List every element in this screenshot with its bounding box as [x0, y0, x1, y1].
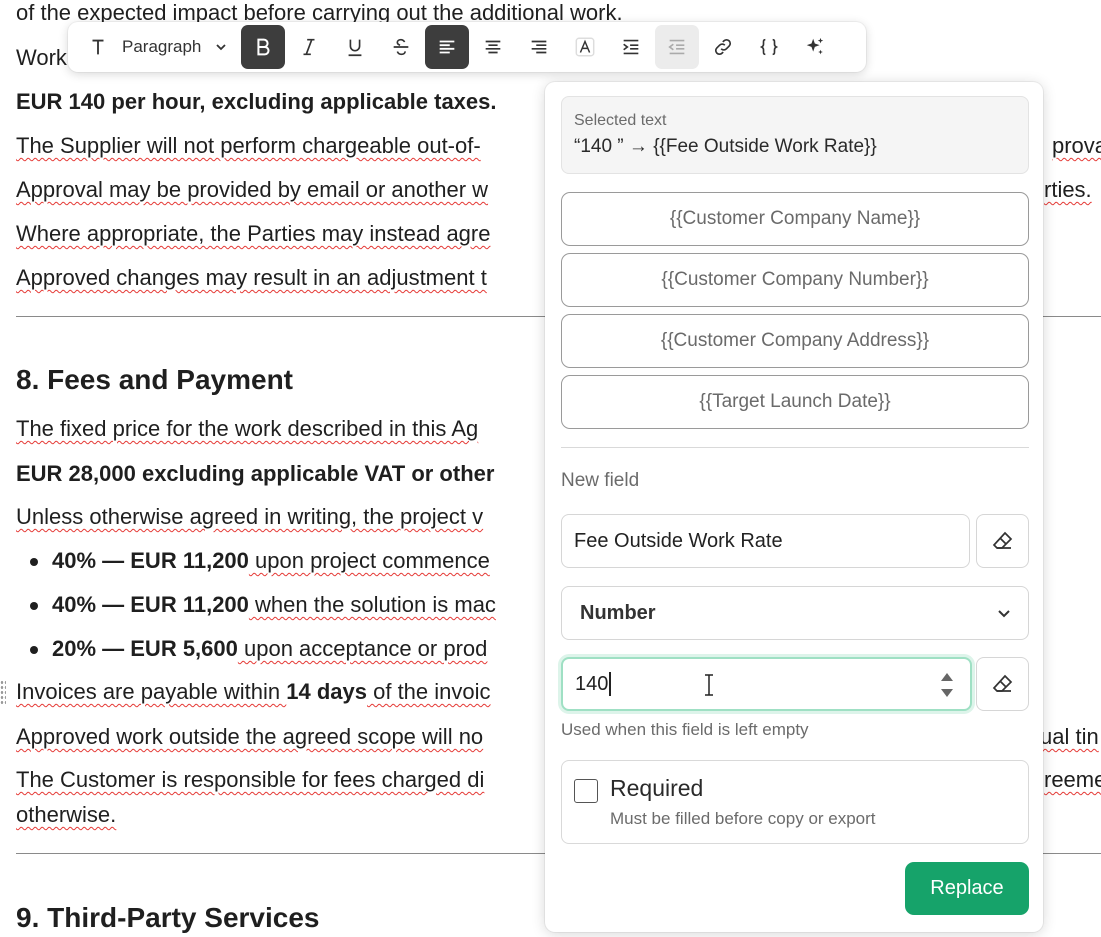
field-type-value: Number — [580, 601, 656, 624]
ibeam-cursor-icon — [705, 674, 713, 696]
drag-handle-icon[interactable] — [0, 680, 6, 704]
eraser-icon — [992, 531, 1012, 549]
field-option-target-launch-date[interactable]: {{Target Launch Date}} — [561, 375, 1029, 429]
default-value-text: 140 — [575, 672, 609, 695]
link-icon[interactable] — [701, 25, 745, 69]
bullet-dot — [30, 602, 38, 610]
text-caret — [609, 672, 611, 696]
required-checkbox[interactable] — [574, 779, 598, 803]
field-option-customer-company-address[interactable]: {{Customer Company Address}} — [561, 314, 1029, 368]
doc-line-tail[interactable]: rties. — [1044, 175, 1092, 205]
selected-text-value: “140 ” → {{Fee Outside Work Rate}} — [574, 136, 877, 157]
doc-line-tail[interactable]: prova — [1052, 131, 1101, 161]
replace-button[interactable]: Replace — [905, 862, 1029, 915]
paragraph-style-label: Paragraph — [122, 37, 202, 56]
doc-line-tail[interactable]: ual tin — [1040, 722, 1099, 752]
price-line[interactable]: EUR 28,000 excluding applicable VAT or o… — [16, 459, 494, 489]
bullet-dot — [30, 646, 38, 654]
paragraph-style-dropdown[interactable]: Paragraph — [122, 25, 241, 69]
section-heading[interactable]: 8. Fees and Payment — [16, 362, 293, 398]
selected-text-label: Selected text — [574, 112, 667, 129]
section-heading[interactable]: 9. Third-Party Services — [16, 900, 319, 936]
new-field-label: New field — [561, 470, 640, 491]
underline-icon[interactable] — [333, 25, 377, 69]
eraser-icon — [992, 674, 1012, 692]
chevron-down-icon — [216, 44, 227, 51]
doc-line[interactable]: Unless otherwise agreed in writing, the … — [16, 502, 483, 532]
doc-line[interactable]: The fixed price for the work described i… — [16, 414, 478, 444]
required-option[interactable]: Required Must be filled before copy or e… — [561, 760, 1029, 844]
clear-default-button[interactable] — [976, 657, 1029, 711]
field-option-customer-company-name[interactable]: {{Customer Company Name}} — [561, 192, 1029, 246]
field-type-select[interactable]: Number — [561, 586, 1029, 640]
doc-line[interactable]: Work — [16, 43, 67, 73]
doc-line[interactable]: Approved work outside the agreed scope w… — [16, 722, 483, 752]
default-value-input[interactable]: 140 — [561, 657, 972, 711]
clear-name-button[interactable] — [976, 514, 1029, 568]
number-spinner-icon[interactable] — [940, 671, 954, 699]
sparkle-icon[interactable] — [793, 25, 837, 69]
field-option-customer-company-number[interactable]: {{Customer Company Number}} — [561, 253, 1029, 307]
formatting-toolbar: Paragraph — [68, 22, 866, 72]
strikethrough-icon[interactable] — [379, 25, 423, 69]
text-color-icon[interactable] — [563, 25, 607, 69]
align-center-icon[interactable] — [471, 25, 515, 69]
list-item[interactable]: 20% — EUR 5,600 upon acceptance or prod — [52, 634, 487, 664]
selected-text-box: Selected text “140 ” → {{Fee Outside Wor… — [561, 96, 1029, 174]
required-label: Required — [610, 775, 704, 801]
panel-divider — [561, 447, 1029, 448]
text-type-icon[interactable] — [76, 25, 120, 69]
list-item[interactable]: 40% — EUR 11,200 upon project commence — [52, 546, 490, 576]
rate-line[interactable]: EUR 140 per hour, excluding applicable t… — [16, 87, 497, 117]
field-name-input[interactable]: Fee Outside Work Rate — [561, 514, 970, 568]
bullet-dot — [30, 558, 38, 566]
chevron-down-icon — [998, 610, 1010, 618]
default-value-hint: Used when this field is left empty — [561, 720, 809, 739]
align-left-icon[interactable] — [425, 25, 470, 69]
field-replace-panel: Selected text “140 ” → {{Fee Outside Wor… — [545, 82, 1043, 932]
doc-line-tail[interactable]: reeme — [1044, 765, 1101, 795]
italic-icon[interactable] — [287, 25, 331, 69]
doc-line[interactable]: Approved changes may result in an adjust… — [16, 263, 487, 293]
bold-icon[interactable] — [241, 25, 286, 69]
field-name-value: Fee Outside Work Rate — [574, 529, 783, 552]
align-right-icon[interactable] — [517, 25, 561, 69]
doc-line[interactable]: The Customer is responsible for fees cha… — [16, 765, 484, 795]
list-item[interactable]: 40% — EUR 11,200 when the solution is ma… — [52, 590, 496, 620]
indent-icon[interactable] — [609, 25, 653, 69]
required-description: Must be filled before copy or export — [610, 809, 876, 828]
doc-line[interactable]: Where appropriate, the Parties may inste… — [16, 219, 490, 249]
doc-line[interactable]: The Supplier will not perform chargeable… — [16, 131, 481, 161]
doc-line[interactable]: otherwise. — [16, 800, 116, 830]
outdent-icon[interactable] — [655, 25, 700, 69]
doc-line[interactable]: Invoices are payable within 14 days of t… — [16, 677, 491, 707]
doc-line[interactable]: Approval may be provided by email or ano… — [16, 175, 488, 205]
braces-icon[interactable] — [747, 25, 791, 69]
